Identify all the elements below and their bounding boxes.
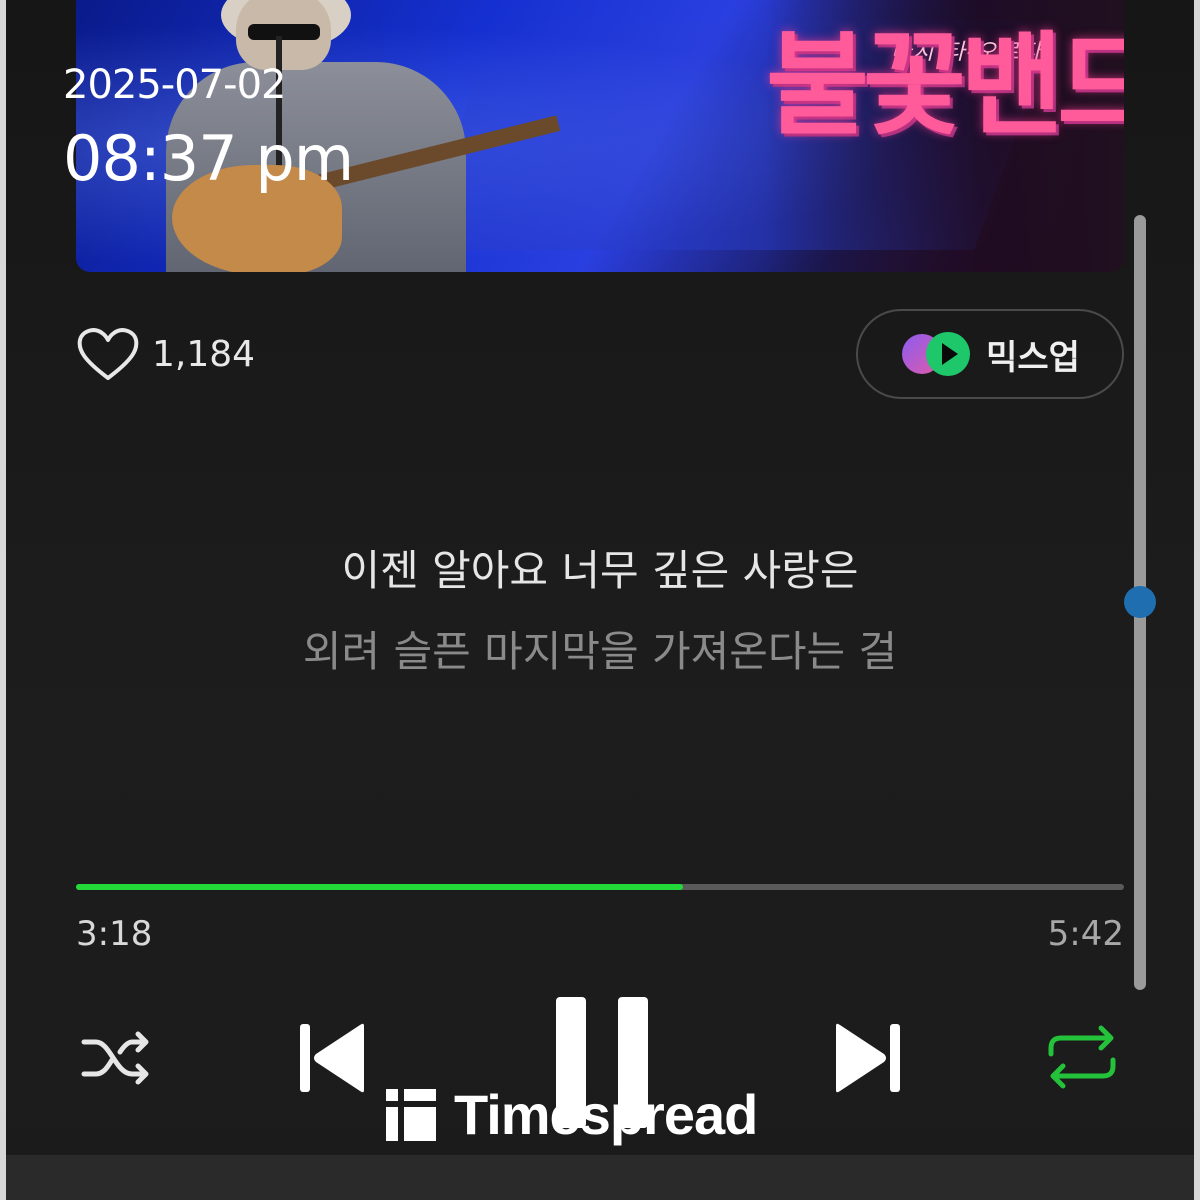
like-button[interactable]: 1,184: [76, 326, 255, 382]
timespread-logo-icon: [386, 1088, 436, 1141]
mixup-icon: [902, 332, 971, 376]
watermark-text: Timespread: [454, 1083, 758, 1146]
overlay-time: 08:37 pm: [63, 122, 354, 195]
lyric-current-line[interactable]: 이젠 알아요 너무 깊은 사랑은: [0, 537, 1200, 598]
skip-previous-icon[interactable]: [298, 1020, 368, 1096]
watermark: Timespread: [386, 1082, 758, 1147]
like-count: 1,184: [152, 333, 256, 375]
total-time: 5:42: [1047, 914, 1124, 954]
heart-icon: [77, 328, 139, 380]
skip-next-icon[interactable]: [832, 1020, 902, 1096]
overlay-date: 2025-07-02: [63, 62, 286, 108]
progress-bar[interactable]: [76, 884, 1124, 890]
lyric-next-line[interactable]: 외려 슬픈 마지막을 가져온다는 걸: [0, 618, 1200, 679]
art-title: 불꽃밴드: [766, 20, 1124, 151]
mixup-button[interactable]: 믹스업: [856, 309, 1124, 399]
scrollbar-thumb[interactable]: [1124, 586, 1156, 618]
mixup-label: 믹스업: [986, 337, 1080, 378]
elapsed-time: 3:18: [76, 914, 153, 954]
right-edge: [1194, 0, 1200, 1200]
performer-glasses: [248, 24, 320, 40]
repeat-icon[interactable]: [1045, 1024, 1119, 1090]
progress-fill: [76, 884, 683, 890]
left-edge: [0, 0, 6, 1200]
shuffle-icon[interactable]: [80, 1028, 154, 1088]
